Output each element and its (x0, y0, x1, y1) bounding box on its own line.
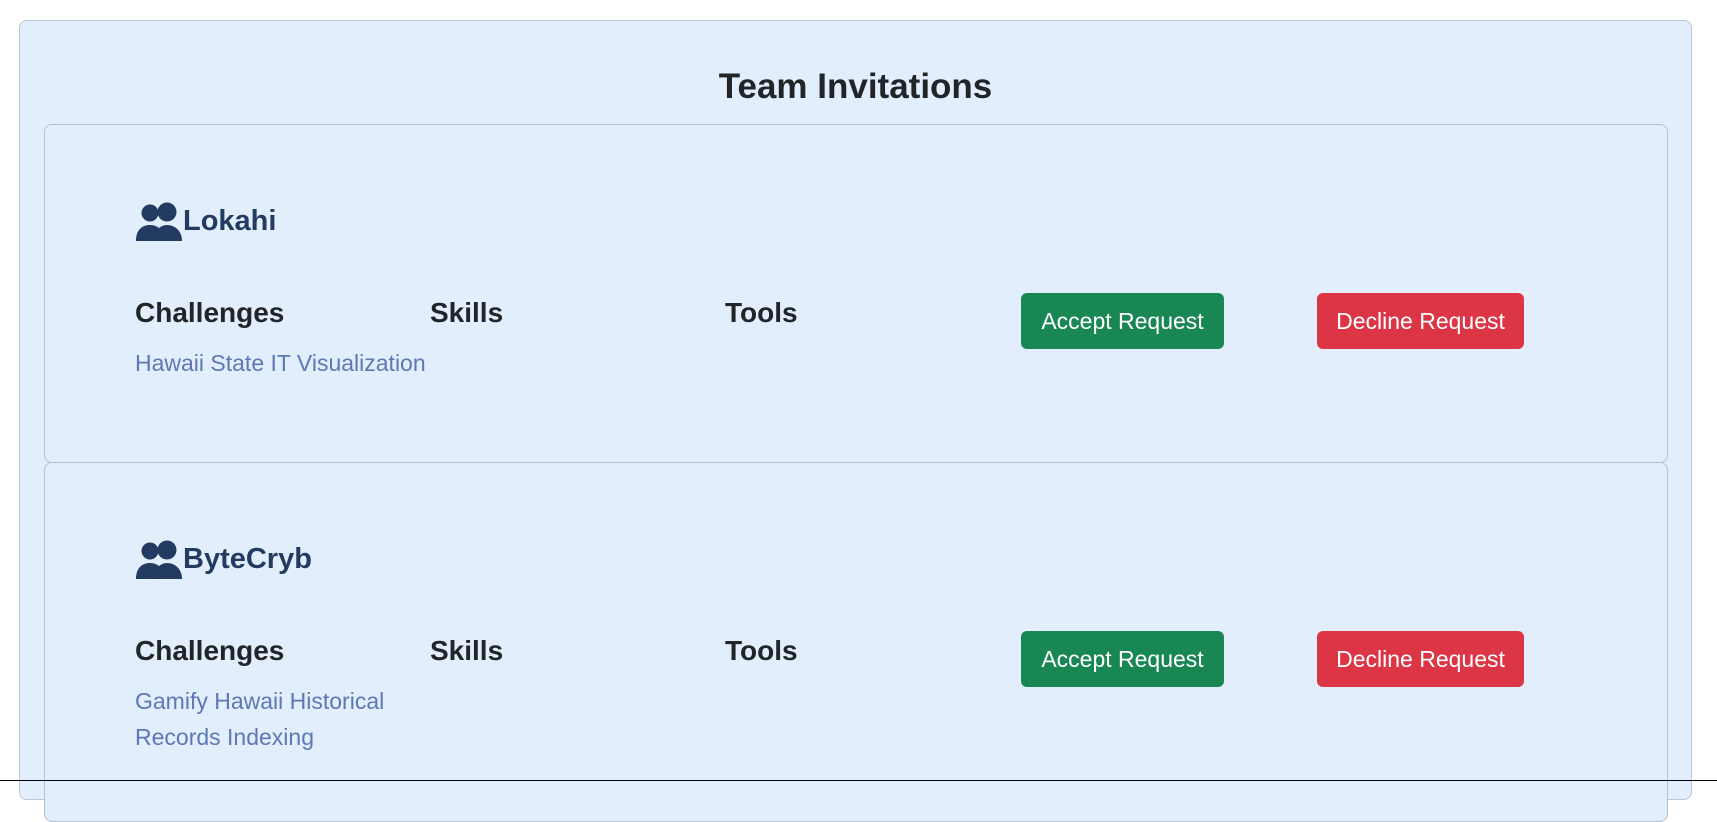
invitation-card: Lokahi Challenges Skills Tools Hawaii St… (44, 124, 1668, 463)
decline-request-button[interactable]: Decline Request (1317, 293, 1524, 349)
team-header: ByteCryb (135, 539, 312, 579)
challenge-link[interactable]: Hawaii State IT Visualization (135, 345, 435, 381)
decline-request-button[interactable]: Decline Request (1317, 631, 1524, 687)
users-icon (135, 201, 183, 241)
team-name: Lokahi (183, 205, 277, 237)
skills-heading: Skills (430, 635, 504, 666)
tools-heading: Tools (725, 635, 798, 666)
page-title: Team Invitations (718, 67, 993, 106)
challenges-heading: Challenges (135, 635, 285, 666)
accept-request-button[interactable]: Accept Request (1021, 293, 1224, 349)
team-header: Lokahi (135, 201, 276, 241)
challenges-heading: Challenges (135, 297, 285, 328)
tools-heading: Tools (725, 297, 798, 328)
accept-request-button[interactable]: Accept Request (1021, 631, 1224, 687)
team-invitations-panel: Team Invitations Lokahi Challenges Skill… (19, 20, 1692, 822)
invitation-card: ByteCryb Challenges Skills Tools Gamify … (44, 462, 1668, 822)
users-icon (135, 539, 183, 579)
challenge-link[interactable]: Gamify Hawaii Historical Records Indexin… (135, 683, 435, 755)
skills-heading: Skills (430, 297, 504, 328)
team-name: ByteCryb (183, 543, 312, 575)
